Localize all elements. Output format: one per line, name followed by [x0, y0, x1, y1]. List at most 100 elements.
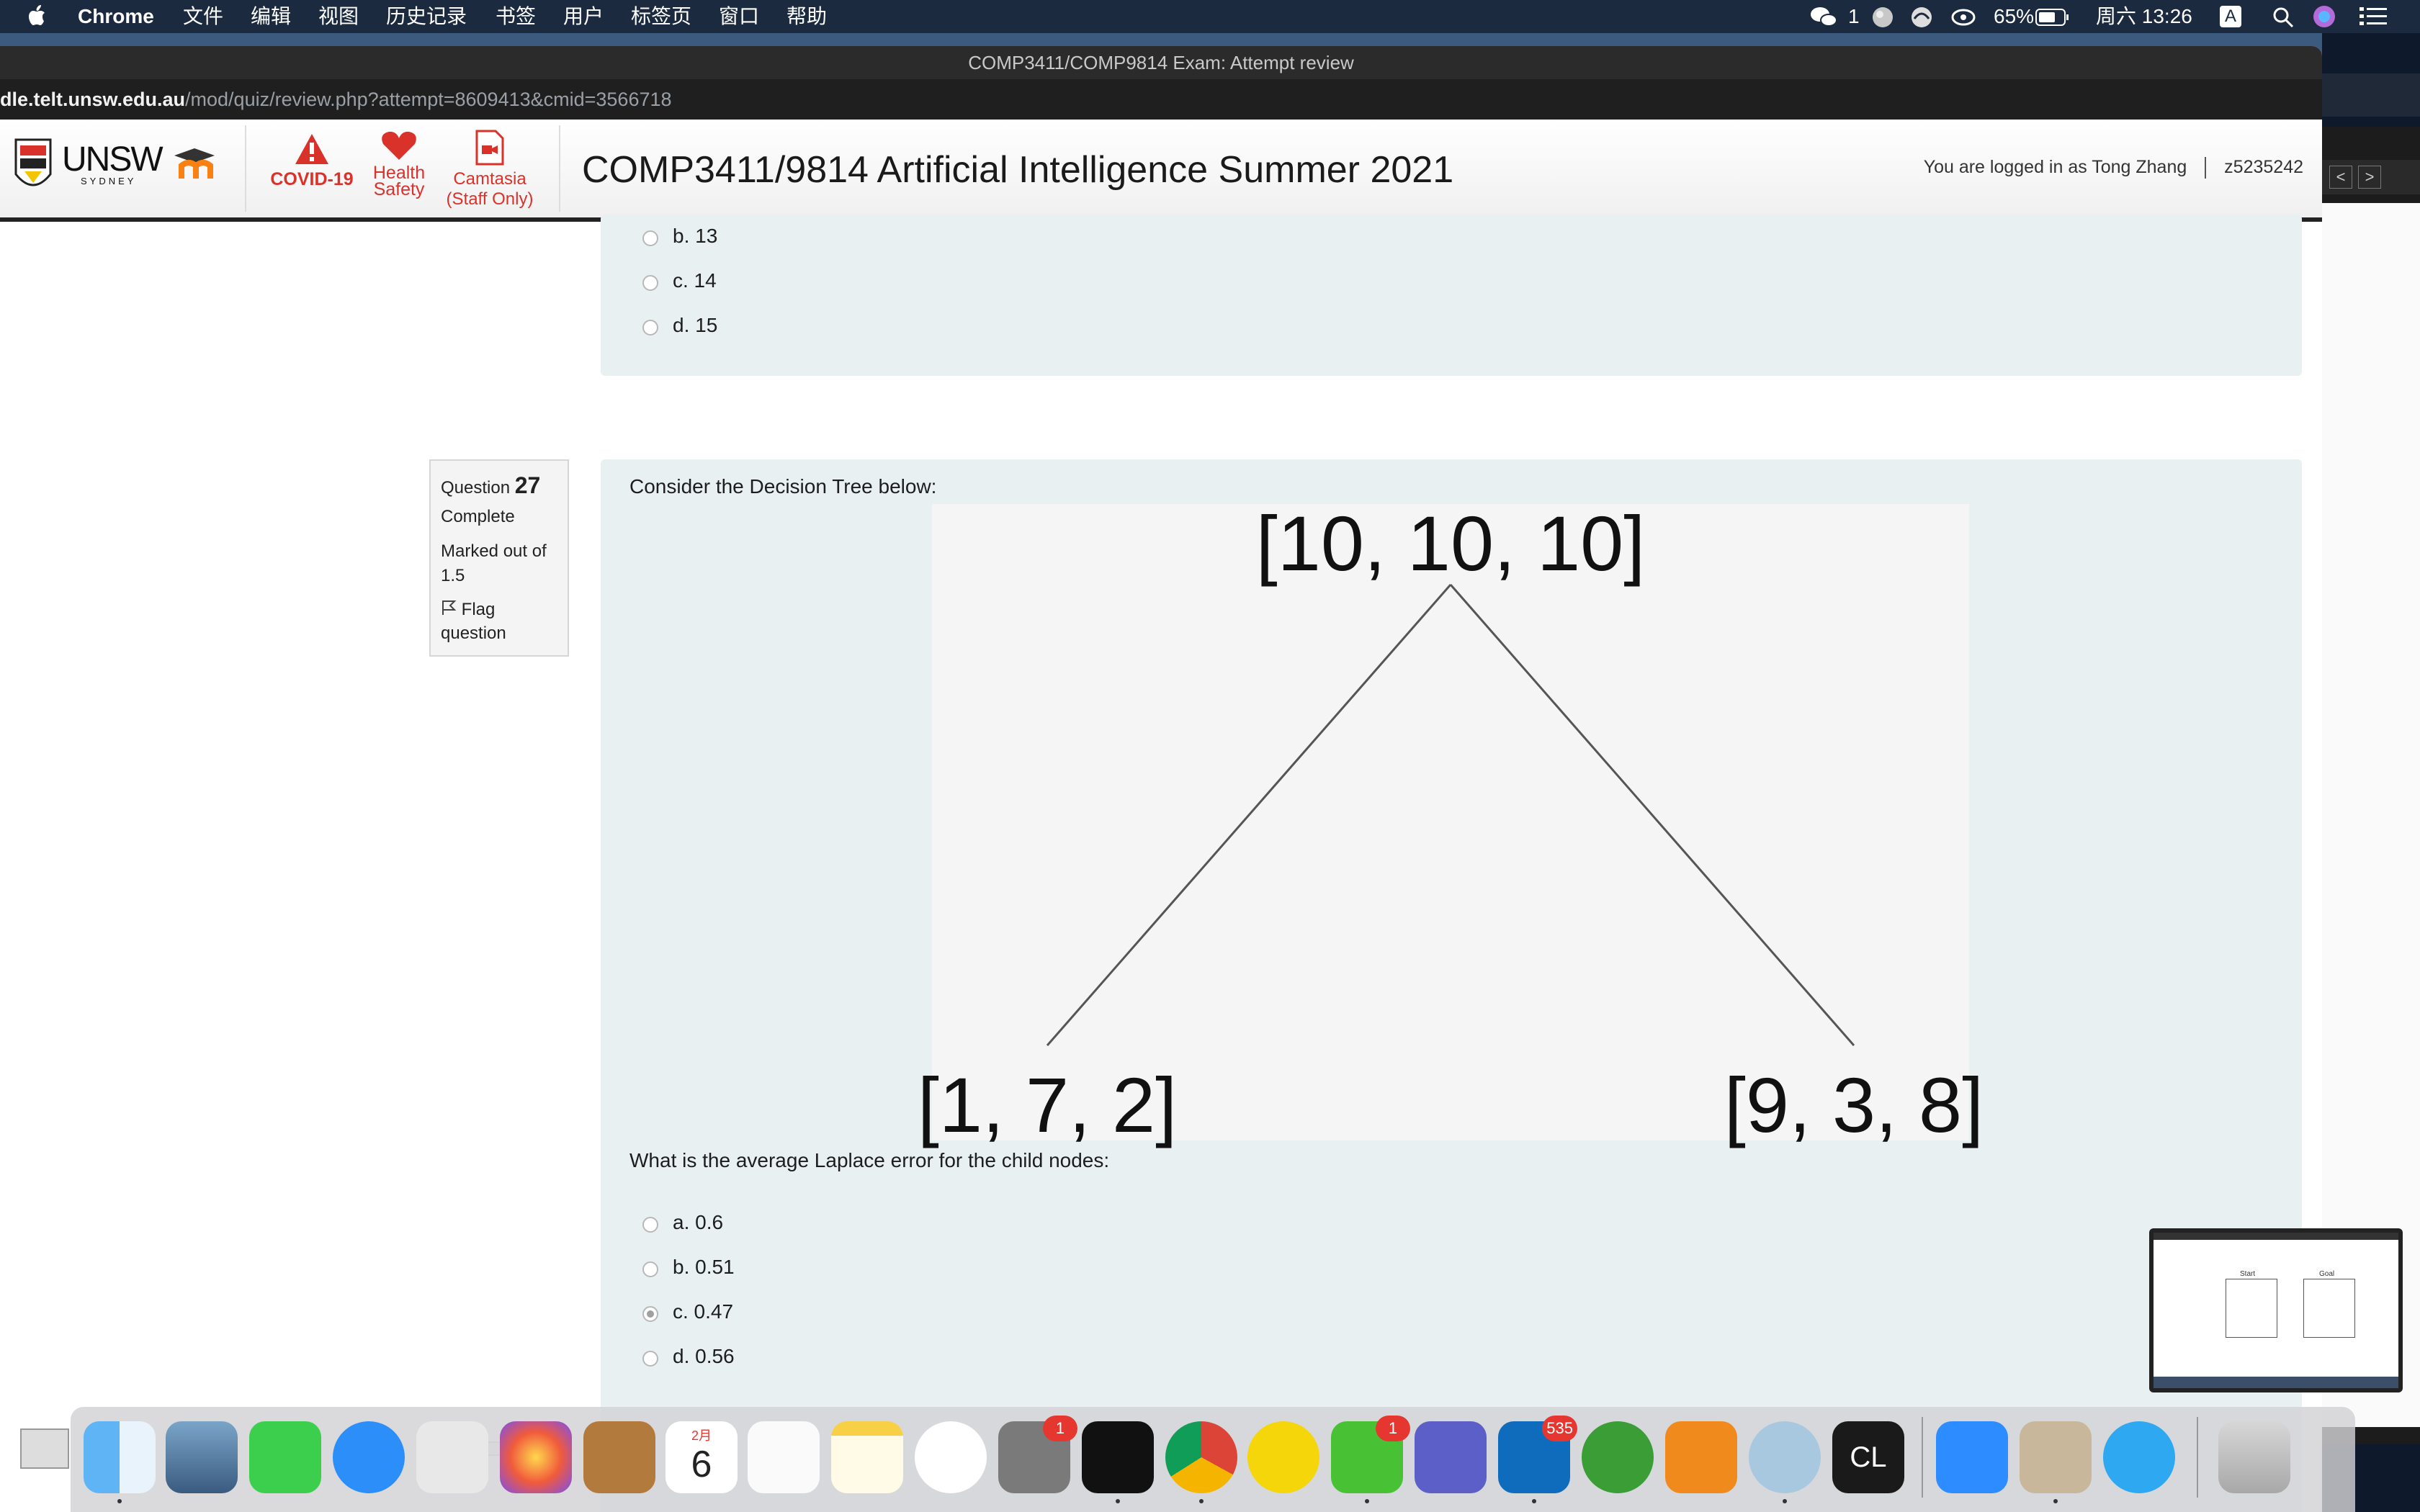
- menu-bookmarks[interactable]: 书签: [496, 5, 536, 28]
- photos-icon[interactable]: [500, 1421, 572, 1493]
- option-b-radio[interactable]: [642, 230, 658, 246]
- system-preferences-icon[interactable]: 1: [998, 1416, 1077, 1493]
- option-b-label[interactable]: b. 0.51: [673, 1256, 735, 1279]
- siri-icon[interactable]: [2312, 4, 2336, 29]
- option-b-label[interactable]: b. 13: [673, 225, 717, 248]
- thumbnail-preview: Start Goal: [2154, 1233, 2398, 1388]
- clock[interactable]: 周六 13:26: [2096, 5, 2192, 28]
- question-info-box: Question 27 Complete Marked out of 1.5 F…: [429, 459, 569, 657]
- battery-percent: 65%: [1994, 5, 2035, 27]
- question-27-panel: Consider the Decision Tree below: [10, 1…: [601, 459, 2302, 1512]
- health-safety-link[interactable]: Health Safety: [364, 130, 434, 199]
- safari-icon[interactable]: [2103, 1421, 2175, 1493]
- login-info: You are logged in as Tong Zhang z5235242: [1924, 157, 2303, 179]
- moodle-icon[interactable]: [173, 145, 223, 186]
- option-c-label[interactable]: c. 14: [673, 269, 717, 292]
- option-c-label[interactable]: c. 0.47: [673, 1300, 733, 1323]
- document-video-icon: [475, 130, 504, 166]
- screenshot-thumbnail[interactable]: Start Goal: [2149, 1228, 2403, 1392]
- teams-icon[interactable]: [1415, 1421, 1487, 1493]
- question-prompt: Consider the Decision Tree below:: [629, 475, 937, 498]
- unsw-logo[interactable]: UNSW: [62, 140, 163, 179]
- back-arrow-icon[interactable]: <: [2329, 166, 2352, 189]
- input-method-icon[interactable]: A: [2220, 6, 2241, 27]
- messages-icon[interactable]: [333, 1421, 405, 1493]
- menu-app-name[interactable]: Chrome: [78, 5, 154, 28]
- minimized-window-icon[interactable]: [20, 1428, 69, 1469]
- maps-icon[interactable]: [416, 1421, 488, 1493]
- image-viewer-icon[interactable]: [166, 1421, 238, 1493]
- battery-icon[interactable]: [2035, 9, 2070, 26]
- menu-file[interactable]: 文件: [183, 5, 223, 28]
- menu-help[interactable]: 帮助: [786, 5, 827, 28]
- menu-tabs[interactable]: 标签页: [631, 5, 691, 28]
- zoom-icon[interactable]: [1936, 1421, 2008, 1493]
- menu-edit[interactable]: 编辑: [251, 5, 291, 28]
- covid-19-label: COVID-19: [270, 169, 354, 189]
- question-sub-prompt: What is the average Laplace error for th…: [629, 1149, 1110, 1171]
- wechat-status-icon[interactable]: [1809, 4, 1838, 29]
- wechat-status-count: 1: [1848, 5, 1860, 27]
- reminders-icon[interactable]: [748, 1421, 820, 1493]
- health-label: Health: [372, 163, 426, 183]
- chrome-icon[interactable]: [1165, 1421, 1237, 1503]
- search-icon[interactable]: [2272, 6, 2295, 29]
- option-b-radio[interactable]: [642, 1261, 658, 1277]
- option-d-label[interactable]: d. 0.56: [673, 1345, 735, 1368]
- menu-history[interactable]: 历史记录: [386, 5, 467, 28]
- globe-status-icon[interactable]: [1871, 6, 1894, 29]
- covid-19-link[interactable]: COVID-19: [266, 132, 357, 190]
- unsw-crest-icon[interactable]: [13, 135, 53, 197]
- wechat-icon[interactable]: 1: [1331, 1416, 1410, 1503]
- apple-icon[interactable]: [27, 4, 46, 27]
- menu-window[interactable]: 窗口: [719, 5, 759, 28]
- decision-tree-image: [10, 10, 10] [1, 7, 2] [9, 3, 8]: [918, 500, 1984, 1148]
- option-a-label[interactable]: a. 0.6: [673, 1211, 723, 1234]
- terminal-icon[interactable]: [1082, 1421, 1154, 1503]
- tree-right-node: [9, 3, 8]: [1724, 1061, 1984, 1148]
- music-app-icon[interactable]: [1247, 1421, 1319, 1493]
- menu-user[interactable]: 用户: [563, 5, 604, 28]
- outlook-icon[interactable]: 535: [1498, 1416, 1577, 1503]
- option-c-radio-selected[interactable]: [642, 1306, 658, 1322]
- tiger-app-icon[interactable]: [1665, 1421, 1737, 1493]
- course-title[interactable]: COMP3411/9814 Artificial Intelligence Su…: [582, 148, 1453, 192]
- menu-view[interactable]: 视图: [318, 5, 359, 28]
- question-label: Question: [441, 478, 511, 498]
- clion-icon[interactable]: CL: [1832, 1421, 1904, 1493]
- option-d-label[interactable]: d. 15: [673, 314, 717, 337]
- browser-window: COMP3411/COMP9814 Exam: Attempt review d…: [0, 46, 2322, 1512]
- trash-icon[interactable]: [2218, 1421, 2290, 1493]
- user-id[interactable]: z5235242: [2224, 157, 2303, 177]
- notes-icon[interactable]: [831, 1421, 903, 1493]
- vpn-app-icon[interactable]: [1749, 1421, 1821, 1503]
- flag-question-link[interactable]: Flag: [441, 599, 495, 620]
- preview-icon[interactable]: [2020, 1421, 2092, 1503]
- unsw-logo-subtitle: SYDNEY: [81, 176, 137, 186]
- facetime-icon[interactable]: [249, 1421, 321, 1493]
- vpn-status-icon[interactable]: [1910, 6, 1933, 29]
- url-path[interactable]: /mod/quiz/review.php?attempt=8609413&cmi…: [185, 89, 671, 110]
- forward-arrow-icon[interactable]: >: [2358, 166, 2381, 189]
- outlook-badge: 535: [1542, 1416, 1577, 1441]
- calendar-icon[interactable]: 2月 6: [666, 1421, 738, 1493]
- control-center-icon[interactable]: [2360, 6, 2388, 27]
- contacts-icon[interactable]: [583, 1421, 655, 1493]
- option-d-radio[interactable]: [642, 320, 658, 336]
- music-icon[interactable]: [915, 1421, 987, 1493]
- camtasia-link[interactable]: Camtasia (Staff Only): [441, 130, 539, 210]
- tree-root-node: [10, 10, 10]: [1255, 500, 1646, 587]
- finder-icon[interactable]: [84, 1421, 156, 1503]
- address-bar[interactable]: dle.telt.unsw.edu.au/mod/quiz/review.php…: [0, 79, 2322, 120]
- option-a-radio[interactable]: [642, 1217, 658, 1233]
- app-ring-icon[interactable]: [1582, 1421, 1654, 1493]
- question-number: 27: [514, 472, 541, 498]
- warning-icon: [295, 134, 328, 164]
- option-c-radio[interactable]: [642, 275, 658, 291]
- dock: 2月 6 1 1 535 CL: [20, 1407, 2355, 1512]
- logged-in-text: You are logged in as Tong Zhang: [1923, 157, 2187, 177]
- wifi-status-icon[interactable]: [1950, 6, 1976, 29]
- option-d-radio[interactable]: [642, 1351, 658, 1367]
- url-host[interactable]: dle.telt.unsw.edu.au: [0, 89, 185, 110]
- max-mark: 1.5: [441, 566, 465, 585]
